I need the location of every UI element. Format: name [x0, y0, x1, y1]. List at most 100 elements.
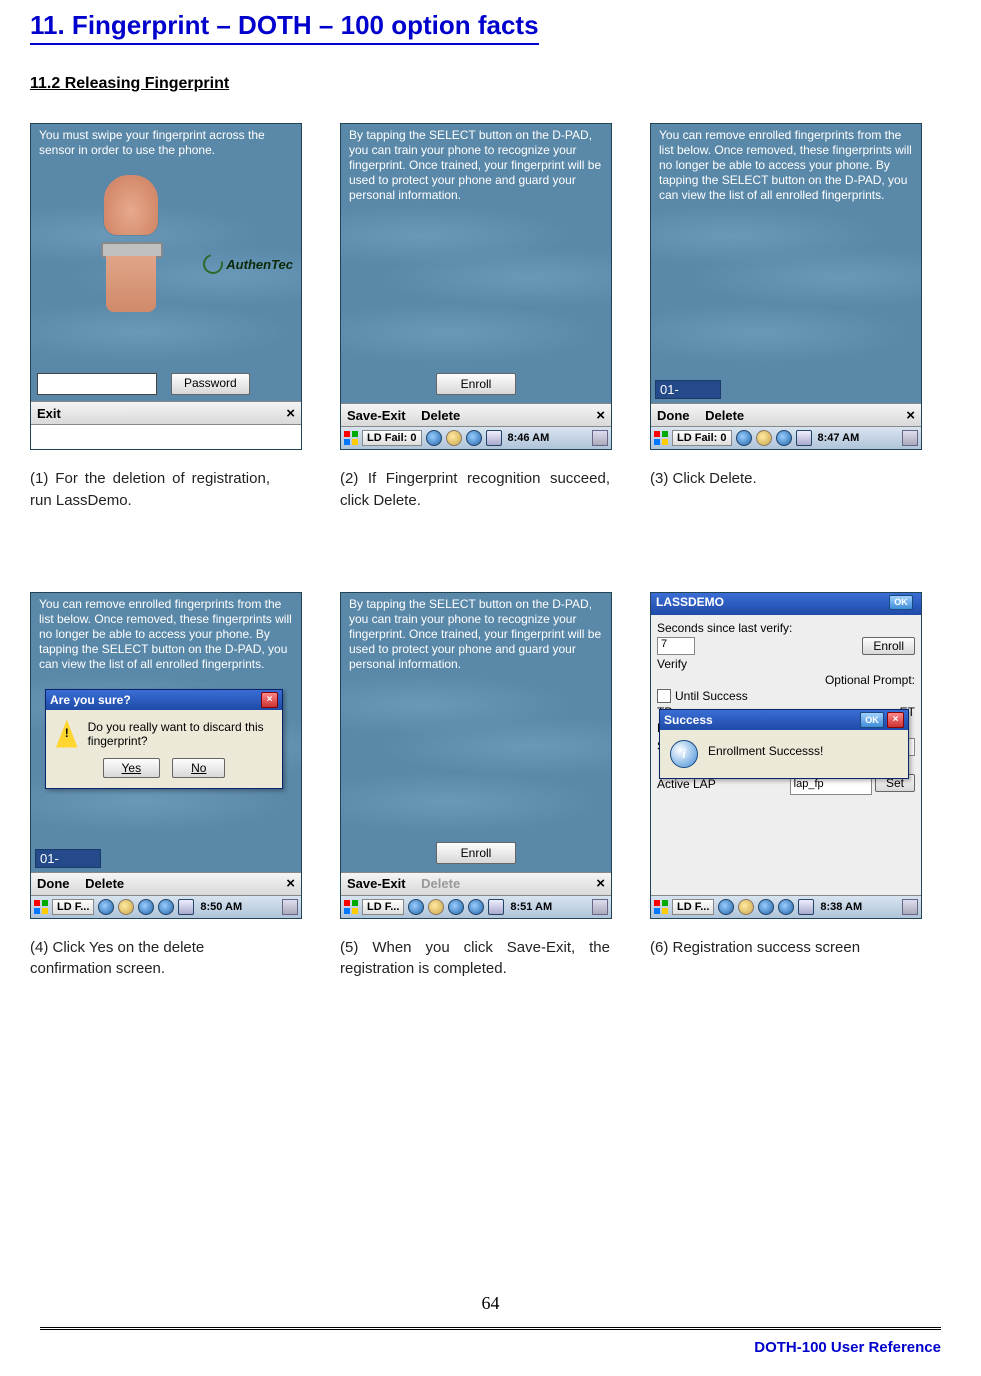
swirl-icon — [200, 250, 227, 277]
sip-icon[interactable] — [902, 899, 918, 915]
page-title: 11. Fingerprint – DOTH – 100 option fact… — [30, 10, 539, 45]
confirm-dialog: Are you sure? × Do you really want to di… — [45, 689, 283, 789]
clock: 8:50 AM — [200, 901, 242, 913]
enroll-button[interactable]: Enroll — [862, 637, 915, 655]
tray-icon[interactable] — [778, 899, 794, 915]
ld-status[interactable]: LD F... — [362, 899, 404, 915]
tray-icon[interactable] — [796, 430, 812, 446]
tray-icon[interactable] — [468, 899, 484, 915]
tray-icon[interactable] — [158, 899, 174, 915]
tray-icon[interactable] — [448, 899, 464, 915]
tray-icon[interactable] — [428, 899, 444, 915]
close-icon[interactable]: × — [596, 407, 605, 424]
screenshot-6: LASSDEMO OK Seconds since last verify: 7… — [650, 592, 922, 919]
yes-button[interactable]: Yes — [103, 758, 161, 778]
sip-icon[interactable] — [902, 430, 918, 446]
authentec-logo: AuthenTec — [203, 254, 293, 274]
tray-icon[interactable] — [486, 430, 502, 446]
seconds-value[interactable]: 7 — [657, 637, 695, 655]
tray-icon[interactable] — [756, 430, 772, 446]
menu-done[interactable]: Done — [37, 876, 70, 891]
enroll-button[interactable]: Enroll — [436, 373, 517, 395]
menu-delete[interactable]: Delete — [421, 408, 460, 423]
tray-icon[interactable] — [178, 899, 194, 915]
tray-icon[interactable] — [408, 899, 424, 915]
dialog-title: Success — [664, 713, 713, 727]
tray-icon[interactable] — [426, 430, 442, 446]
screenshot-3: You can remove enrolled fingerprints fro… — [650, 123, 922, 450]
caption-4: (4) Click Yes on the delete confirmation… — [30, 937, 270, 981]
ld-status[interactable]: LD Fail: 0 — [672, 430, 732, 446]
start-icon[interactable] — [34, 900, 48, 914]
dialog-close-icon[interactable]: × — [887, 712, 904, 728]
tray-icon[interactable] — [738, 899, 754, 915]
close-icon[interactable]: × — [596, 875, 605, 892]
sip-icon[interactable] — [592, 430, 608, 446]
active-lap-select[interactable]: lap_fp — [790, 777, 872, 795]
screenshot-2: By tapping the SELECT button on the D-PA… — [340, 123, 612, 450]
ld-status[interactable]: LD Fail: 0 — [362, 430, 422, 446]
sip-icon[interactable] — [282, 899, 298, 915]
instruction-text: You can remove enrolled fingerprints fro… — [659, 128, 913, 203]
text-input-bar[interactable] — [31, 424, 301, 449]
tray-icon[interactable] — [718, 899, 734, 915]
verify-label: Verify — [657, 657, 687, 671]
tray-icon[interactable] — [798, 899, 814, 915]
close-icon[interactable]: × — [906, 407, 915, 424]
tray-icon[interactable] — [98, 899, 114, 915]
until-success-checkbox[interactable] — [657, 689, 671, 703]
seconds-label: Seconds since last verify: — [657, 621, 792, 635]
menu-save-exit[interactable]: Save-Exit — [347, 408, 406, 423]
menu-delete[interactable]: Delete — [705, 408, 744, 423]
dialog-message: Do you really want to discard this finge… — [88, 720, 272, 748]
close-icon[interactable]: × — [286, 405, 295, 422]
menu-delete[interactable]: Delete — [85, 876, 124, 891]
close-icon[interactable]: × — [286, 875, 295, 892]
active-lap-label: Active LAP — [657, 777, 716, 791]
start-icon[interactable] — [344, 900, 358, 914]
start-icon[interactable] — [344, 431, 358, 445]
no-button[interactable]: No — [172, 758, 225, 778]
clock: 8:51 AM — [510, 901, 552, 913]
dialog-title: Are you sure? — [50, 693, 131, 707]
password-input[interactable] — [37, 373, 157, 395]
tray-icon[interactable] — [118, 899, 134, 915]
ld-status[interactable]: LD F... — [52, 899, 94, 915]
clock: 8:47 AM — [818, 432, 860, 444]
section-subtitle: 11.2 Releasing Fingerprint — [30, 75, 951, 93]
fingerprint-list-item[interactable]: 01- — [35, 849, 101, 868]
app-title: LASSDEMO — [656, 595, 724, 613]
fingerprint-list-item[interactable]: 01- — [655, 380, 721, 399]
caption-2: (2) If Fingerprint recognition succeed, … — [340, 468, 610, 512]
menu-save-exit[interactable]: Save-Exit — [347, 876, 406, 891]
tray-icon[interactable] — [758, 899, 774, 915]
tray-icon[interactable] — [446, 430, 462, 446]
instruction-text: By tapping the SELECT button on the D-PA… — [349, 597, 603, 672]
info-icon: i — [670, 740, 698, 768]
sip-icon[interactable] — [592, 899, 608, 915]
password-button[interactable]: Password — [171, 373, 250, 395]
tray-icon[interactable] — [776, 430, 792, 446]
instruction-text: By tapping the SELECT button on the D-PA… — [349, 128, 603, 203]
menu-done[interactable]: Done — [657, 408, 690, 423]
clock: 8:46 AM — [508, 432, 550, 444]
start-icon[interactable] — [654, 900, 668, 914]
tray-icon[interactable] — [138, 899, 154, 915]
dialog-close-icon[interactable]: × — [261, 692, 278, 708]
start-icon[interactable] — [654, 431, 668, 445]
optional-prompt-label: Optional Prompt: — [825, 673, 915, 687]
enroll-button[interactable]: Enroll — [436, 842, 517, 864]
until-success-label: Until Success — [675, 689, 748, 703]
caption-5: (5) When you click Save-Exit, the regist… — [340, 937, 610, 981]
page-number: 64 — [0, 1293, 981, 1314]
titlebar-ok-button[interactable]: OK — [889, 595, 913, 610]
instruction-text: You must swipe your fingerprint across t… — [39, 128, 293, 158]
tray-icon[interactable] — [736, 430, 752, 446]
dialog-ok-button[interactable]: OK — [860, 712, 884, 728]
tray-icon[interactable] — [488, 899, 504, 915]
menu-delete-disabled: Delete — [421, 876, 460, 891]
menu-exit[interactable]: Exit — [37, 406, 61, 421]
ld-status[interactable]: LD F... — [672, 899, 714, 915]
tray-icon[interactable] — [466, 430, 482, 446]
footer-rule — [40, 1327, 941, 1330]
